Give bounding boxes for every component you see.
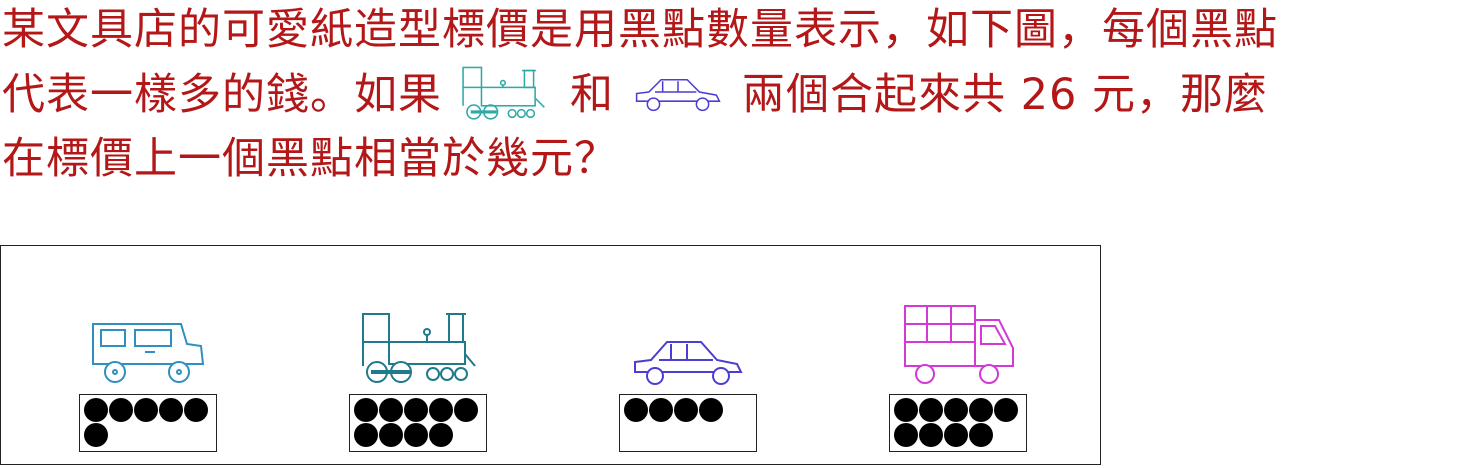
jeep-icon <box>89 316 207 388</box>
train-icon <box>460 64 552 131</box>
black-dot <box>379 398 403 422</box>
black-dot <box>354 423 378 447</box>
black-dot <box>919 398 943 422</box>
black-dot <box>894 398 918 422</box>
black-dot <box>944 423 968 447</box>
truck-icon <box>901 302 1019 388</box>
black-dot <box>649 398 673 422</box>
black-dot <box>699 398 723 422</box>
black-dot <box>454 398 478 422</box>
black-dot <box>379 423 403 447</box>
question-line-1: 某文具店的可愛紙造型標價是用黑點數量表示，如下圖，每個黑點 <box>2 5 1278 55</box>
price-tag-figure <box>0 245 1101 465</box>
price-tag-jeep <box>79 394 217 452</box>
question-text-segment: 和 <box>570 70 614 120</box>
black-dot <box>134 398 158 422</box>
black-dot <box>624 398 648 422</box>
black-dot <box>404 398 428 422</box>
black-dot <box>674 398 698 422</box>
black-dot <box>429 398 453 422</box>
black-dot <box>184 398 208 422</box>
black-dot <box>354 398 378 422</box>
black-dot <box>944 398 968 422</box>
black-dot <box>969 423 993 447</box>
question-text-segment: 兩個合起來共 26 元，那麼 <box>742 70 1269 120</box>
black-dot <box>919 423 943 447</box>
black-dot <box>404 423 428 447</box>
black-dot <box>429 423 453 447</box>
price-tag-truck <box>889 394 1027 452</box>
question-line-3: 在標價上一個黑點相當於幾元？ <box>2 134 618 184</box>
question-text-segment: 代表一樣多的錢。如果 <box>2 70 442 120</box>
black-dot <box>969 398 993 422</box>
question-line-2: 代表一樣多的錢。如果 和 兩個合起來共 26 元，那麼 <box>2 64 1268 131</box>
price-tag-train <box>349 394 487 452</box>
car-icon <box>632 72 724 123</box>
black-dot <box>84 423 108 447</box>
black-dot <box>109 398 133 422</box>
black-dot <box>994 398 1018 422</box>
price-tag-car <box>619 394 757 452</box>
black-dot <box>84 398 108 422</box>
black-dot <box>159 398 183 422</box>
train-icon <box>359 310 479 388</box>
car-icon <box>631 336 745 390</box>
black-dot <box>894 423 918 447</box>
